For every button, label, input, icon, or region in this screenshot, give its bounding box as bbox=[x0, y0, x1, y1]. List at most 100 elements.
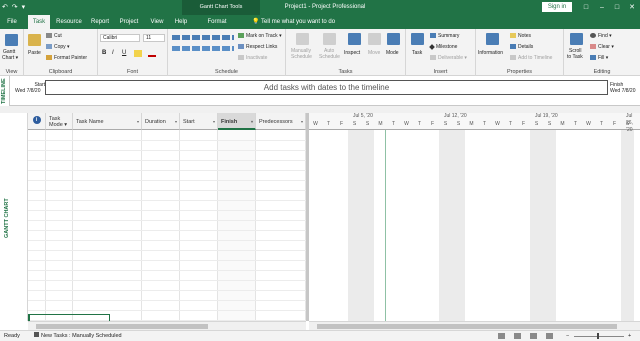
week-label: Jul 26, '20 bbox=[626, 113, 633, 133]
column-header-indicators[interactable]: i bbox=[28, 113, 46, 130]
pane-divider[interactable] bbox=[0, 106, 640, 113]
grid-column bbox=[28, 130, 46, 321]
day-label: F bbox=[521, 121, 526, 127]
group-label-insert: Insert bbox=[433, 69, 448, 75]
resource-sheet-view-icon[interactable] bbox=[546, 333, 553, 339]
column-header-predecessors[interactable]: Predecessors ▾ bbox=[256, 113, 306, 130]
find-button[interactable]: Find ▾ bbox=[590, 33, 612, 39]
tab-file[interactable]: File bbox=[2, 15, 22, 29]
day-label: W bbox=[495, 121, 500, 127]
gantt-chart-icon bbox=[5, 34, 18, 46]
indent-link-icons[interactable] bbox=[172, 46, 234, 51]
milestone-button[interactable]: Milestone bbox=[429, 43, 457, 50]
auto-schedule-button-l2[interactable]: Schedule bbox=[319, 54, 340, 60]
insert-task-button[interactable]: Task bbox=[412, 50, 422, 56]
zoom-out-icon[interactable]: − bbox=[566, 331, 569, 341]
tab-report[interactable]: Report bbox=[88, 15, 112, 29]
column-header-task-mode[interactable]: Task Mode ▾ bbox=[46, 113, 73, 130]
timeline-bar[interactable]: Add tasks with dates to the timeline bbox=[45, 80, 608, 95]
font-color-icon[interactable] bbox=[148, 50, 156, 57]
summary-button[interactable]: Summary bbox=[430, 33, 459, 39]
today-line bbox=[385, 130, 386, 321]
grid-column bbox=[218, 130, 256, 321]
tab-view[interactable]: View bbox=[146, 15, 168, 29]
day-label: S bbox=[443, 121, 448, 127]
sign-in-button[interactable]: Sign in bbox=[542, 2, 572, 12]
copy-icon bbox=[46, 44, 52, 50]
gantt-chart-button-l2[interactable]: Chart ▾ bbox=[2, 55, 18, 61]
tab-help[interactable]: Help bbox=[170, 15, 192, 29]
timeline-finish-date: Wed 7/8/20 bbox=[610, 88, 636, 94]
tab-project[interactable]: Project bbox=[116, 15, 142, 29]
scrollbar-thumb[interactable] bbox=[36, 324, 208, 329]
inspect-button[interactable]: Inspect bbox=[344, 50, 360, 56]
ribbon-display-icon[interactable]: □ bbox=[580, 0, 592, 15]
details-button[interactable]: Details bbox=[510, 44, 533, 50]
close-button[interactable]: ✕ bbox=[626, 0, 638, 15]
eraser-icon bbox=[590, 44, 596, 50]
table-row-line bbox=[28, 150, 306, 151]
selected-cell[interactable] bbox=[28, 314, 110, 321]
notes-button[interactable]: Notes bbox=[510, 33, 531, 39]
gantt-view-icon[interactable] bbox=[498, 333, 505, 339]
format-painter-button[interactable]: Format Painter bbox=[46, 55, 87, 61]
timeline-start-date: Wed 7/8/20 bbox=[15, 88, 41, 94]
mark-on-track-button[interactable]: Mark on Track ▾ bbox=[238, 33, 282, 39]
scroll-to-task-button-l2[interactable]: to Task bbox=[567, 54, 583, 60]
move-button[interactable]: Move bbox=[368, 50, 380, 56]
paste-button[interactable]: Paste bbox=[28, 50, 41, 56]
deliverable-button[interactable]: Deliverable ▾ bbox=[430, 55, 467, 61]
copy-button[interactable]: Copy ▾ bbox=[46, 44, 70, 50]
gantt-side-tab[interactable]: GANTT CHART bbox=[0, 113, 28, 321]
grid-horizontal-scrollbar[interactable] bbox=[28, 321, 306, 330]
highlight-color-icon[interactable] bbox=[134, 50, 142, 57]
day-label: T bbox=[482, 121, 487, 127]
tell-me-search[interactable]: 💡 Tell me what you want to do bbox=[252, 15, 335, 29]
font-size-combo[interactable]: 11 bbox=[143, 34, 165, 42]
zoom-in-icon[interactable]: + bbox=[628, 331, 631, 341]
timeline-side-label: TIMELINE bbox=[1, 78, 7, 104]
timeline-side-tab[interactable]: TIMELINE bbox=[0, 76, 10, 106]
manually-schedule-button-l2[interactable]: Schedule bbox=[291, 54, 312, 60]
timeline-start: Start Wed 7/8/20 bbox=[15, 82, 45, 94]
column-header-finish[interactable]: Finish ▾ bbox=[218, 113, 256, 130]
tab-format[interactable]: Format bbox=[200, 15, 234, 29]
information-button[interactable]: Information bbox=[478, 50, 503, 56]
tab-resource[interactable]: Resource bbox=[54, 15, 84, 29]
cut-button[interactable]: Cut bbox=[46, 33, 62, 39]
scissors-icon bbox=[46, 33, 52, 39]
scrollbar-thumb[interactable] bbox=[317, 324, 617, 329]
column-header-start[interactable]: Start ▾ bbox=[180, 113, 218, 130]
week-label: Jul 5, '20 bbox=[353, 113, 373, 119]
day-label: W bbox=[404, 121, 409, 127]
team-planner-view-icon[interactable] bbox=[530, 333, 537, 339]
maximize-button[interactable]: □ bbox=[611, 0, 623, 15]
status-ready: Ready bbox=[4, 333, 20, 339]
chart-horizontal-scrollbar[interactable] bbox=[309, 321, 640, 330]
column-header-duration[interactable]: Duration ▾ bbox=[142, 113, 180, 130]
clear-button[interactable]: Clear ▾ bbox=[590, 44, 614, 50]
zoom-slider[interactable] bbox=[574, 336, 624, 337]
tab-task[interactable]: Task bbox=[28, 15, 50, 29]
move-icon bbox=[368, 33, 381, 45]
bold-button[interactable]: B bbox=[102, 50, 106, 56]
minimize-button[interactable]: – bbox=[596, 0, 608, 15]
day-label: T bbox=[417, 121, 422, 127]
task-usage-view-icon[interactable] bbox=[514, 333, 521, 339]
italic-button[interactable]: I bbox=[112, 50, 114, 56]
group-schedule: Mark on Track ▾ Respect Links Inactivate… bbox=[168, 29, 286, 76]
quick-access-toolbar[interactable]: ↶ ↷ ▾ bbox=[2, 3, 26, 11]
underline-button[interactable]: U bbox=[122, 50, 126, 56]
chevron-down-icon: ▾ bbox=[300, 119, 303, 124]
mode-button[interactable]: Mode bbox=[386, 50, 399, 56]
respect-links-button[interactable]: Respect Links bbox=[238, 44, 277, 50]
zoom-slider-thumb[interactable] bbox=[597, 333, 599, 339]
new-tasks-mode[interactable]: New Tasks : Manually Scheduled bbox=[34, 331, 122, 341]
font-name-combo[interactable]: Calibri bbox=[100, 34, 140, 42]
group-font: Calibri 11 B I U Font bbox=[98, 29, 168, 76]
percent-complete-icons[interactable] bbox=[172, 35, 234, 40]
fill-button[interactable]: Fill ▾ bbox=[590, 55, 608, 61]
add-to-timeline-button[interactable]: Add to Timeline bbox=[510, 55, 552, 61]
column-header-task-name[interactable]: Task Name ▾ bbox=[73, 113, 142, 130]
inactivate-button[interactable]: Inactivate bbox=[238, 55, 267, 61]
